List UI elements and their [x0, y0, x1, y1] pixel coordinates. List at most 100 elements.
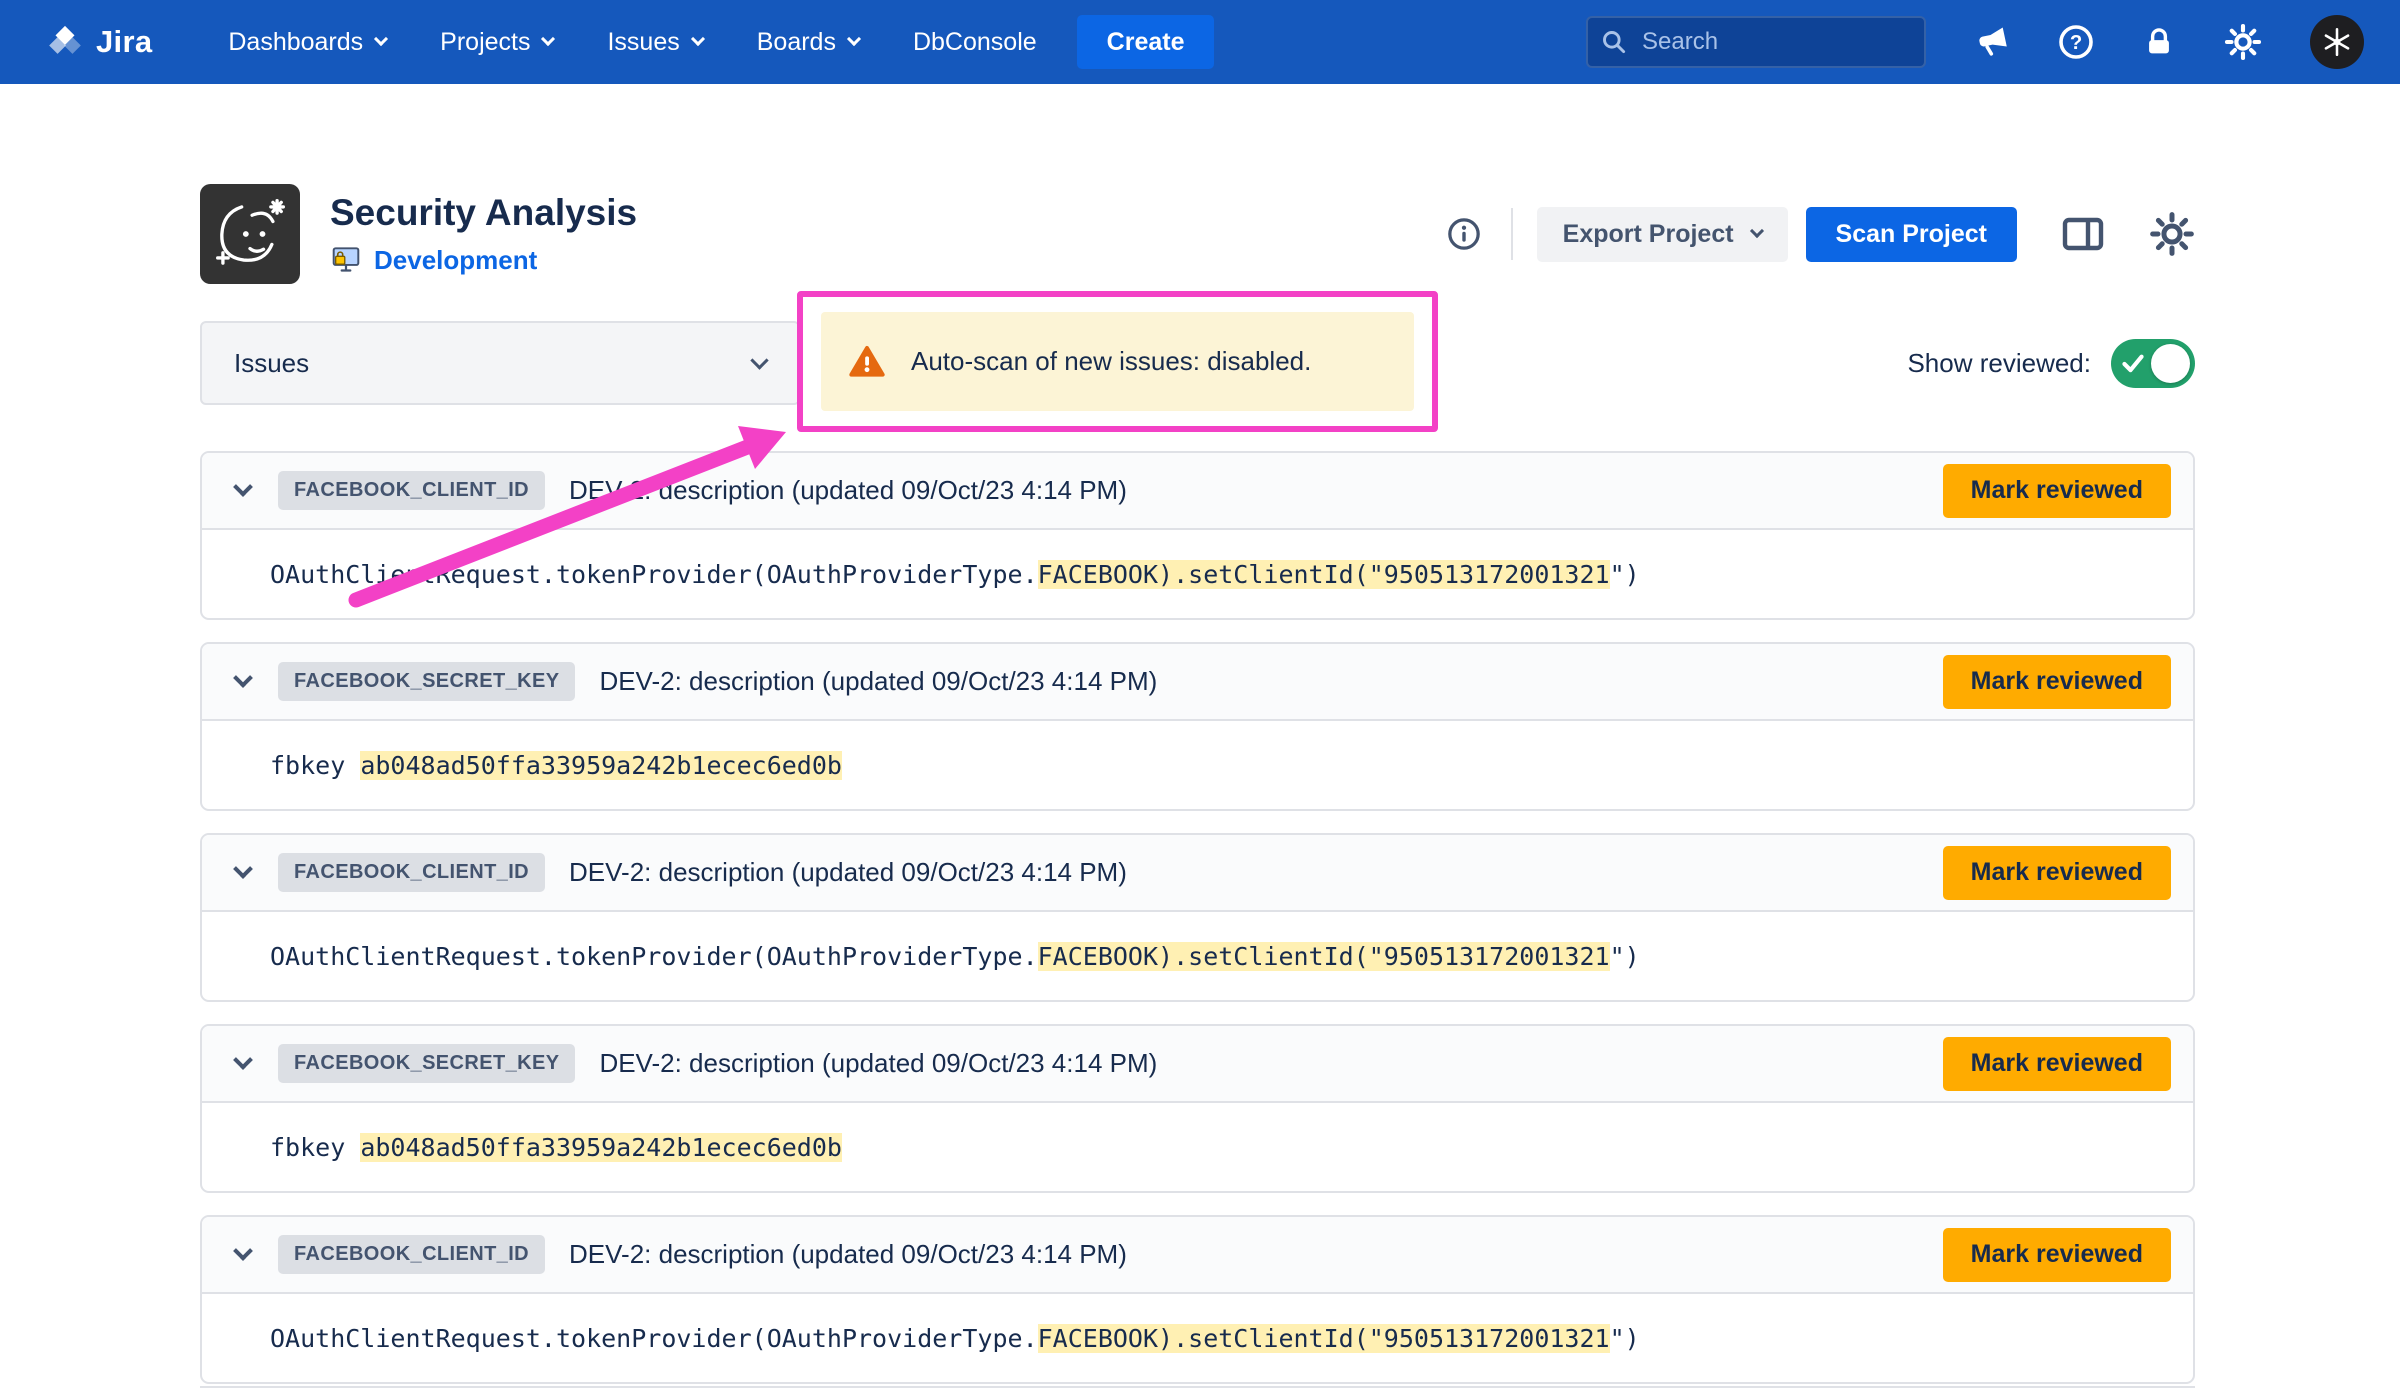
svg-text:?: ? [2070, 32, 2082, 54]
brand-name: Jira [96, 24, 152, 60]
project-title-block: Security Analysis Development [330, 192, 637, 276]
issue-card: FACEBOOK_CLIENT_ID DEV-2: description (u… [200, 1215, 2195, 1384]
mark-reviewed-button[interactable]: Mark reviewed [1943, 464, 2171, 518]
issue-title: DEV-2: description (updated 09/Oct/23 4:… [599, 1048, 1157, 1079]
page-title: Security Analysis [330, 192, 637, 234]
search-input[interactable] [1586, 16, 1926, 68]
issues-select[interactable]: Issues [200, 321, 800, 405]
collapse-chevron-icon[interactable] [233, 1050, 253, 1070]
mark-reviewed-button[interactable]: Mark reviewed [1943, 1228, 2171, 1282]
nav-item-label: DbConsole [913, 28, 1037, 57]
issue-type-badge: FACEBOOK_CLIENT_ID [278, 1235, 545, 1274]
collapse-chevron-icon[interactable] [233, 668, 253, 688]
mark-reviewed-button[interactable]: Mark reviewed [1943, 846, 2171, 900]
issue-card-header: FACEBOOK_CLIENT_ID DEV-2: description (u… [202, 835, 2193, 912]
issue-code: OAuthClientRequest.tokenProvider(OAuthPr… [270, 942, 1640, 971]
mark-reviewed-button[interactable]: Mark reviewed [1943, 1037, 2171, 1091]
chevron-down-icon [691, 32, 705, 46]
chevron-down-icon [374, 32, 388, 46]
show-reviewed-toggle[interactable] [2111, 339, 2195, 388]
page-settings-icon[interactable] [2149, 211, 2195, 257]
export-project-label: Export Project [1563, 220, 1734, 249]
issue-code: fbkey ab048ad50ffa33959a242b1ecec6ed0b [270, 1133, 842, 1162]
collapse-chevron-icon[interactable] [233, 1241, 253, 1261]
code-segment-highlighted: ab048ad50ffa33959a242b1ecec6ed0b [360, 751, 842, 780]
issue-title: DEV-2: description (updated 09/Oct/23 4:… [599, 666, 1157, 697]
jira-logo[interactable]: Jira [46, 23, 152, 61]
scan-project-button[interactable]: Scan Project [1806, 207, 2017, 262]
nav-item-projects[interactable]: Projects [440, 28, 553, 57]
issue-list: FACEBOOK_CLIENT_ID DEV-2: description (u… [200, 451, 2195, 1384]
nav-item-issues[interactable]: Issues [607, 28, 702, 57]
collapse-chevron-icon[interactable] [233, 859, 253, 879]
jira-logo-icon [46, 23, 84, 61]
issue-code: fbkey ab048ad50ffa33959a242b1ecec6ed0b [270, 751, 842, 780]
collapse-chevron-icon[interactable] [233, 477, 253, 497]
issue-card-header: FACEBOOK_CLIENT_ID DEV-2: description (u… [202, 1217, 2193, 1294]
create-button[interactable]: Create [1077, 15, 1215, 69]
export-project-button[interactable]: Export Project [1537, 207, 1788, 262]
next-card-top-border [200, 1386, 2195, 1388]
issue-code: OAuthClientRequest.tokenProvider(OAuthPr… [270, 560, 1640, 589]
code-segment: ") [1610, 942, 1640, 971]
issues-select-value: Issues [234, 348, 309, 379]
nav-item-dbconsole[interactable]: DbConsole [913, 28, 1037, 57]
nav-item-label: Projects [440, 28, 530, 57]
board-layout-icon[interactable] [2059, 210, 2107, 258]
issue-card: FACEBOOK_CLIENT_ID DEV-2: description (u… [200, 451, 2195, 620]
project-category: Development [330, 244, 637, 276]
show-reviewed-control: Show reviewed: [1907, 339, 2195, 388]
toggle-knob [2151, 344, 2190, 383]
issue-card-header: FACEBOOK_SECRET_KEY DEV-2: description (… [202, 644, 2193, 721]
issue-title: DEV-2: description (updated 09/Oct/23 4:… [569, 475, 1127, 506]
nav-menu: Dashboards Projects Issues Boards DbCons… [228, 28, 1036, 57]
code-segment: ") [1610, 1324, 1640, 1353]
announcement-icon[interactable] [1974, 24, 2010, 60]
code-segment: fbkey [270, 1133, 360, 1162]
issue-card-body: OAuthClientRequest.tokenProvider(OAuthPr… [202, 1294, 2193, 1382]
issue-card: FACEBOOK_SECRET_KEY DEV-2: description (… [200, 642, 2195, 811]
app-avatar[interactable] [2310, 15, 2364, 69]
snowflake-avatar-icon [2320, 25, 2354, 59]
auto-scan-warning: Auto-scan of new issues: disabled. [821, 312, 1414, 411]
header-controls: Export Project Scan Project [1447, 207, 2195, 262]
top-navigation-bar: Jira Dashboards Projects Issues Boards D… [0, 0, 2400, 84]
project-avatar[interactable] [200, 184, 300, 284]
nav-item-label: Dashboards [228, 28, 363, 57]
code-segment-highlighted: FACEBOOK).setClientId("950513172001321 [1038, 1324, 1610, 1353]
info-icon[interactable] [1447, 217, 1481, 251]
issue-card-body: OAuthClientRequest.tokenProvider(OAuthPr… [202, 912, 2193, 1000]
issue-card-body: OAuthClientRequest.tokenProvider(OAuthPr… [202, 530, 2193, 618]
nav-item-dashboards[interactable]: Dashboards [228, 28, 386, 57]
issue-card-body: fbkey ab048ad50ffa33959a242b1ecec6ed0b [202, 721, 2193, 809]
divider [1511, 208, 1513, 260]
issue-type-badge: FACEBOOK_SECRET_KEY [278, 1044, 575, 1083]
show-reviewed-label: Show reviewed: [1907, 348, 2091, 379]
issue-type-badge: FACEBOOK_CLIENT_ID [278, 471, 545, 510]
lock-icon[interactable] [2142, 25, 2176, 59]
code-segment-highlighted: ab048ad50ffa33959a242b1ecec6ed0b [360, 1133, 842, 1162]
code-segment: OAuthClientRequest.tokenProvider(OAuthPr… [270, 942, 1038, 971]
development-category-icon [330, 244, 362, 276]
code-segment: ") [1610, 560, 1640, 589]
nav-item-boards[interactable]: Boards [757, 28, 859, 57]
issue-type-badge: FACEBOOK_CLIENT_ID [278, 853, 545, 892]
chevron-down-icon [847, 32, 861, 46]
mark-reviewed-button[interactable]: Mark reviewed [1943, 655, 2171, 709]
code-segment: OAuthClientRequest.tokenProvider(OAuthPr… [270, 1324, 1038, 1353]
project-link-development[interactable]: Development [374, 245, 537, 276]
issue-card-body: fbkey ab048ad50ffa33959a242b1ecec6ed0b [202, 1103, 2193, 1191]
issue-card: FACEBOOK_CLIENT_ID DEV-2: description (u… [200, 833, 2195, 1002]
issue-card: FACEBOOK_SECRET_KEY DEV-2: description (… [200, 1024, 2195, 1193]
issue-code: OAuthClientRequest.tokenProvider(OAuthPr… [270, 1324, 1640, 1353]
nav-item-label: Boards [757, 28, 836, 57]
project-header: Security Analysis Development [200, 184, 2195, 284]
help-icon[interactable]: ? [2058, 24, 2094, 60]
settings-icon[interactable] [2224, 23, 2262, 61]
warning-text: Auto-scan of new issues: disabled. [911, 346, 1311, 377]
code-segment: OAuthClientRequest.tokenProvider(OAuthPr… [270, 560, 1038, 589]
page: { "nav": { "brand": "Jira", "items": [ {… [0, 0, 2400, 1394]
nav-item-label: Issues [607, 28, 679, 57]
nav-icon-buttons: ? [1974, 15, 2364, 69]
issue-card-header: FACEBOOK_CLIENT_ID DEV-2: description (u… [202, 453, 2193, 530]
